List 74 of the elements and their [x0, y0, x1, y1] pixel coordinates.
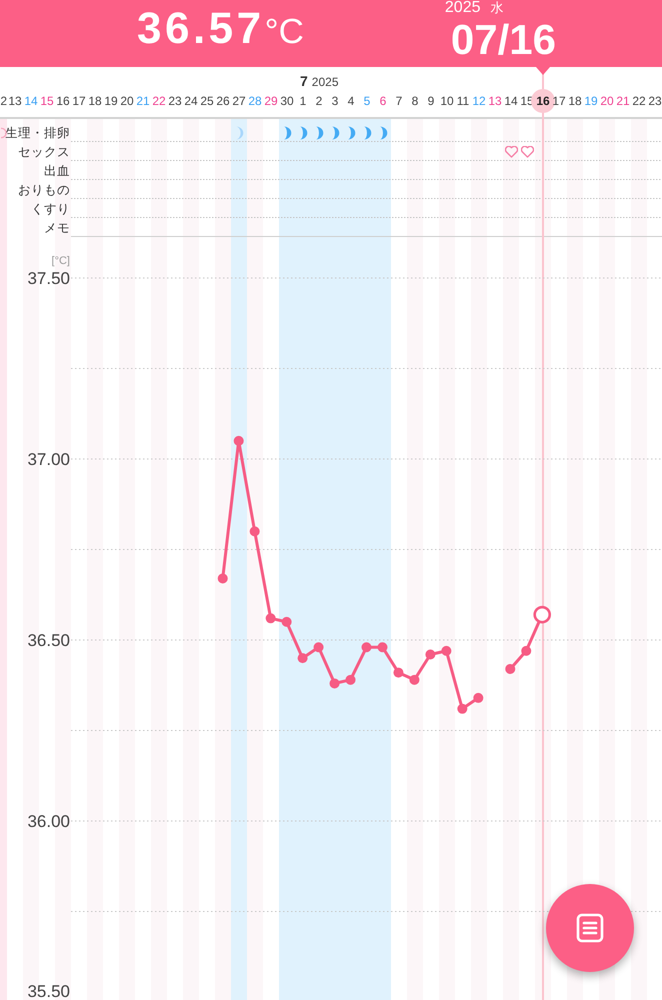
day-label[interactable]: 17 — [552, 93, 566, 109]
day-label[interactable]: 11 — [456, 93, 470, 109]
day-label[interactable]: 13 — [8, 93, 22, 109]
day-label[interactable]: 1 — [300, 93, 306, 109]
axis-label: 36.00 — [27, 812, 70, 831]
axis-label: 37.00 — [27, 450, 70, 469]
axis-label: 37.50 — [27, 269, 70, 288]
day-label[interactable]: 23 — [648, 93, 662, 109]
data-point[interactable] — [393, 668, 404, 678]
record-label: セックス — [18, 144, 71, 160]
day-label[interactable]: 6 — [380, 93, 386, 109]
day-label[interactable]: 18 — [88, 93, 102, 109]
data-point[interactable] — [505, 664, 516, 674]
day-label[interactable]: 7 — [396, 93, 402, 109]
axis-label: 36.50 — [27, 631, 70, 650]
day-label[interactable]: 30 — [280, 93, 294, 109]
data-point[interactable] — [314, 642, 324, 652]
day-label[interactable]: 18 — [568, 93, 582, 109]
data-point[interactable] — [425, 649, 436, 660]
day-label[interactable]: 4 — [348, 93, 354, 109]
day-label[interactable]: 20 — [120, 93, 134, 109]
month-label: 7 — [300, 73, 308, 89]
day-label[interactable]: 29 — [264, 93, 278, 109]
day-label[interactable]: 27 — [232, 93, 246, 109]
day-label[interactable]: 10 — [440, 93, 454, 109]
list-icon — [576, 913, 604, 943]
day-label[interactable]: 13 — [488, 93, 502, 109]
weekday-label: 水 — [490, 0, 504, 17]
data-point[interactable] — [362, 642, 372, 652]
day-label[interactable]: 14 — [504, 93, 518, 109]
day-label[interactable]: 22 — [632, 93, 646, 109]
day-label[interactable]: 15 — [40, 93, 54, 109]
record-label: 出血 — [44, 162, 71, 178]
record-label: くすり — [31, 200, 71, 216]
day-label[interactable]: 26 — [216, 93, 230, 109]
day-label[interactable]: 8 — [412, 93, 418, 109]
day-label[interactable]: 24 — [184, 93, 198, 109]
data-point[interactable] — [218, 573, 228, 584]
data-point[interactable] — [298, 653, 308, 664]
day-label[interactable]: 9 — [428, 93, 434, 109]
data-point[interactable] — [409, 674, 420, 685]
temperature-unit: °C — [264, 11, 304, 53]
day-label[interactable]: 19 — [104, 93, 118, 109]
record-label: 生理・排卵 — [5, 124, 71, 140]
day-label[interactable]: 3 — [332, 93, 338, 109]
temperature-value: 36.57 — [137, 3, 265, 55]
day-label[interactable]: 22 — [152, 93, 166, 109]
data-point[interactable] — [282, 616, 292, 627]
data-point[interactable] — [234, 436, 244, 446]
data-point[interactable] — [521, 646, 532, 656]
unit-label: [°C] — [52, 255, 70, 267]
data-point[interactable] — [330, 678, 340, 688]
data-point[interactable] — [441, 646, 452, 656]
day-label[interactable]: 25 — [200, 93, 214, 109]
day-label[interactable]: 17 — [72, 93, 86, 109]
axis-label: 35.50 — [27, 982, 70, 1000]
day-label[interactable]: 23 — [168, 93, 182, 109]
data-point[interactable] — [457, 704, 468, 714]
day-label[interactable]: 2 — [316, 93, 322, 109]
record-label: おりもの — [18, 182, 71, 198]
date-label: 07/16 — [450, 18, 556, 62]
selected-data-point[interactable] — [533, 606, 551, 624]
data-point[interactable] — [250, 526, 260, 536]
data-point[interactable] — [266, 613, 276, 624]
day-label[interactable]: 20 — [600, 93, 614, 109]
year-label: 2025 — [444, 0, 480, 18]
data-point[interactable] — [346, 674, 356, 685]
day-label[interactable]: 2 — [0, 93, 7, 109]
day-label[interactable]: 21 — [616, 93, 630, 109]
day-label[interactable]: 16 — [56, 93, 70, 109]
year-label: 2025 — [312, 74, 338, 90]
data-point[interactable] — [377, 642, 388, 652]
data-point[interactable] — [473, 692, 484, 703]
record-label: メモ — [44, 220, 71, 236]
